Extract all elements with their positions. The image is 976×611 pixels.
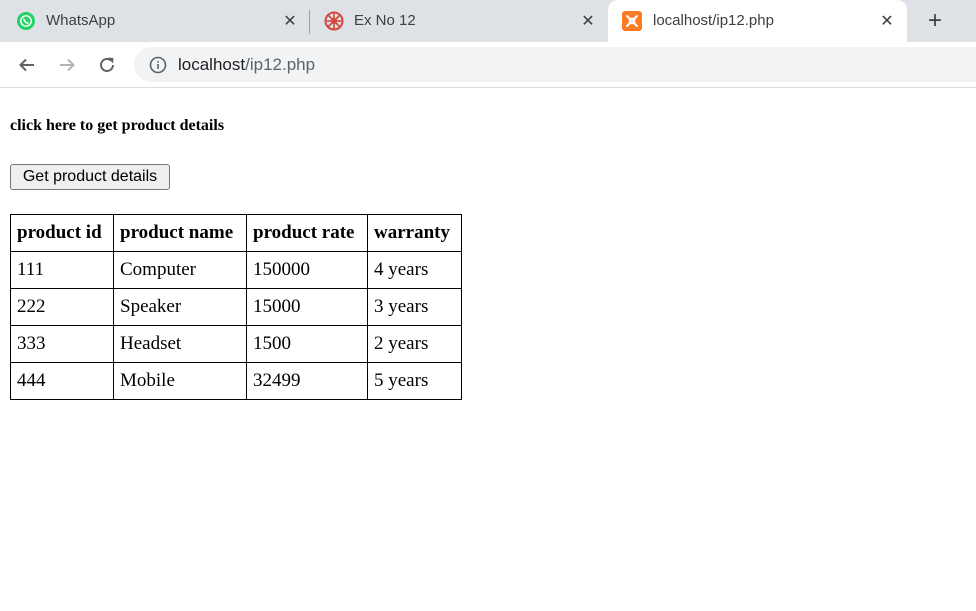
- table-cell: 444: [10, 362, 114, 400]
- tab-whatsapp[interactable]: WhatsApp ✕: [0, 0, 308, 42]
- url-path: /ip12.php: [245, 55, 316, 74]
- column-header: product name: [113, 214, 247, 252]
- column-header: warranty: [367, 214, 462, 252]
- tab-title: WhatsApp: [46, 12, 116, 29]
- table-cell: 5 years: [367, 362, 462, 400]
- address-bar[interactable]: localhost/ip12.php: [134, 47, 976, 82]
- table-cell: Speaker: [113, 288, 247, 326]
- tab-title: Ex No 12: [354, 12, 416, 29]
- back-button[interactable]: [15, 53, 39, 77]
- moodle-icon: [324, 11, 344, 31]
- column-header: product id: [10, 214, 114, 252]
- close-tab-icon[interactable]: ✕: [877, 11, 897, 31]
- instruction-text: click here to get product details: [10, 117, 225, 134]
- info-icon[interactable]: [148, 55, 168, 75]
- table-row: 444 Mobile 32499 5 years: [10, 362, 462, 400]
- table-cell: 222: [10, 288, 114, 326]
- forward-button[interactable]: [55, 53, 79, 77]
- plus-icon: +: [927, 7, 942, 34]
- table-cell: 15000: [246, 288, 368, 326]
- table-row: 333 Headset 1500 2 years: [10, 325, 462, 363]
- arrow-left-icon: [19, 58, 34, 72]
- table-cell: Mobile: [113, 362, 247, 400]
- tab-localhost[interactable]: localhost/ip12.php ✕: [608, 0, 907, 42]
- table-row: 111 Computer 150000 4 years: [10, 251, 462, 289]
- tab-ex-no-12[interactable]: Ex No 12 ✕: [308, 0, 608, 42]
- browser-toolbar: localhost/ip12.php: [0, 42, 976, 88]
- table-cell: 111: [10, 251, 114, 289]
- reload-icon: [100, 57, 114, 72]
- table-header-row: product id product name product rate war…: [10, 214, 462, 252]
- xampp-icon: [622, 11, 642, 31]
- table-cell: Computer: [113, 251, 247, 289]
- get-product-details-button[interactable]: Get product details: [10, 164, 170, 190]
- table-cell: 3 years: [367, 288, 462, 326]
- new-tab-button[interactable]: +: [923, 9, 947, 33]
- tab-strip: WhatsApp ✕ Ex No 12 ✕ localhost/ip12.php…: [0, 0, 976, 42]
- close-tab-icon[interactable]: ✕: [578, 11, 598, 31]
- reload-button[interactable]: [95, 53, 119, 77]
- url-host: localhost: [178, 55, 246, 74]
- table-cell: 2 years: [367, 325, 462, 363]
- arrow-right-icon: [60, 58, 75, 72]
- table-cell: 1500: [246, 325, 368, 363]
- table-row: 222 Speaker 15000 3 years: [10, 288, 462, 326]
- close-tab-icon[interactable]: ✕: [280, 11, 300, 31]
- table-cell: 32499: [246, 362, 368, 400]
- table-cell: 4 years: [367, 251, 462, 289]
- product-table: product id product name product rate war…: [10, 214, 462, 400]
- whatsapp-icon: [16, 11, 36, 31]
- column-header: product rate: [246, 214, 368, 252]
- tab-title: localhost/ip12.php: [653, 12, 774, 29]
- url-text[interactable]: localhost/ip12.php: [178, 55, 315, 75]
- table-cell: Headset: [113, 325, 247, 363]
- table-cell: 150000: [246, 251, 368, 289]
- table-cell: 333: [10, 325, 114, 363]
